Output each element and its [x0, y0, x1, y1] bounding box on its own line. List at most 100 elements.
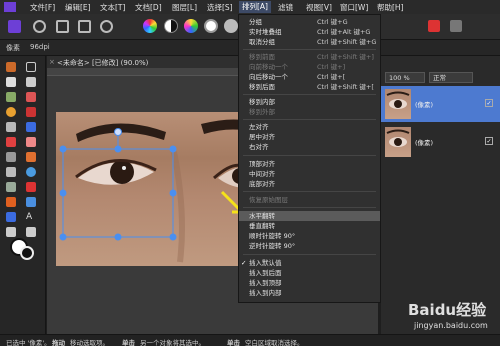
menu-item-insert-behind[interactable]: 插入到后面 [239, 268, 380, 278]
text-tool-icon[interactable]: A [26, 212, 36, 222]
photo-persona-icon[interactable] [8, 20, 21, 33]
gradient-tool-icon[interactable] [6, 197, 16, 207]
menu-file[interactable]: 文件[F] [30, 2, 55, 13]
levels-icon[interactable] [164, 19, 178, 33]
status-text: 另一个对象将其选中。 [140, 339, 205, 346]
brush-tool-icon[interactable] [6, 122, 16, 132]
menu-arrange[interactable]: 排列[A] [239, 1, 271, 13]
face-photo [59, 119, 242, 263]
layer-visibility-checkbox[interactable]: ✓ [485, 99, 493, 107]
menu-select[interactable]: 选择[S] [207, 2, 233, 13]
menu-item-flip-vertical[interactable]: 垂直翻转 [239, 221, 380, 231]
menu-item-move-back[interactable]: 向后移动一个 Ctrl 键+[ [239, 72, 380, 82]
move-tool-icon[interactable] [26, 62, 36, 72]
photo-image[interactable] [56, 112, 242, 266]
liquify-persona-icon[interactable] [33, 20, 46, 33]
menu-filters[interactable]: 滤镜 [278, 2, 293, 13]
selection-handle-top-left[interactable] [59, 145, 67, 153]
menu-text[interactable]: 文本[T] [100, 2, 125, 13]
clone-tool-icon[interactable] [6, 182, 16, 192]
secondary-color-swatch[interactable] [20, 246, 34, 260]
menu-item-live-stack[interactable]: 实时堆叠组 Ctrl 键+Alt 键+G [239, 27, 380, 37]
straighten-tool-icon[interactable] [26, 77, 36, 87]
zoom-tool-icon[interactable] [6, 227, 16, 237]
menu-item-rotate-cw[interactable]: 顺时针旋转 90° [239, 231, 380, 241]
menu-item-align-right[interactable]: 右对齐 [239, 142, 380, 152]
layer-row[interactable]: (像素) ✓ [381, 124, 500, 160]
color-wheel-icon[interactable] [143, 19, 157, 33]
hsl-icon[interactable] [184, 19, 198, 33]
menu-item-align-bottom[interactable]: 底部对齐 [239, 179, 380, 189]
blend-mode-select[interactable]: 正常 [429, 72, 473, 83]
nose-shadow [171, 151, 185, 263]
left-iris [110, 160, 134, 184]
app-logo [4, 2, 16, 12]
right-eyebrow [201, 119, 242, 134]
menu-edit[interactable]: 编辑[E] [65, 2, 91, 13]
selection-handle-right[interactable] [169, 189, 177, 197]
blur-tool-icon[interactable] [26, 167, 36, 177]
layer-thumbnail [385, 127, 411, 157]
status-bar: 已选中 '像素'。 拖动 移动选取项。 单击 另一个对象将其选中。 单击 空白区… [0, 334, 500, 346]
menu-item-move-inside[interactable]: 移到内部 [239, 97, 380, 107]
menu-item-insert-top[interactable]: 插入到顶部 [239, 278, 380, 288]
layer-visibility-checkbox[interactable]: ✓ [485, 137, 493, 145]
menu-item-align-middle[interactable]: 中间对齐 [239, 169, 380, 179]
layer-name: (像素) [415, 101, 434, 109]
menu-separator [243, 119, 376, 120]
white-balance-icon[interactable] [204, 19, 218, 33]
snapping-icon[interactable] [428, 20, 440, 32]
watermark-url: jingyan.baidu.com [414, 321, 488, 330]
menu-window[interactable]: 窗口[W] [340, 2, 368, 13]
menu-item-ungroup[interactable]: 取消分组 Ctrl 键+Shift 键+G [239, 37, 380, 47]
menu-item-rotate-ccw[interactable]: 逆时针旋转 90° [239, 241, 380, 251]
status-text: 移动选取项。 [70, 339, 109, 346]
menu-item-insert-default[interactable]: ✓ 插入默认值 [239, 258, 380, 268]
rectangle-tool-icon[interactable] [6, 212, 16, 222]
menu-separator [243, 49, 376, 50]
pen-tool-icon[interactable] [26, 227, 36, 237]
fill-tool-icon[interactable] [26, 152, 36, 162]
selection-handle-top-right[interactable] [169, 145, 177, 153]
rotation-handle[interactable] [114, 128, 122, 136]
dodge-tool-icon[interactable] [6, 167, 16, 177]
layer-row[interactable]: (像素) ✓ [381, 86, 500, 122]
menu-item-align-center[interactable]: 居中对齐 [239, 132, 380, 142]
menu-item-align-left[interactable]: 左对齐 [239, 122, 380, 132]
pixel-tool-icon[interactable] [26, 122, 36, 132]
menu-help[interactable]: 帮助[H] [377, 2, 404, 13]
crop-tool-icon[interactable] [6, 77, 16, 87]
develop-persona-icon[interactable] [56, 20, 69, 33]
menu-document[interactable]: 文档[D] [135, 2, 162, 13]
erase-tool-icon[interactable] [6, 152, 16, 162]
tone-mapping-persona-icon[interactable] [78, 20, 91, 33]
menu-item-move-forward: 向前移动一个 Ctrl 键+] [249, 63, 346, 71]
selection-handle-bottom[interactable] [114, 233, 122, 241]
menu-item-group[interactable]: 分组 Ctrl 键+G [239, 17, 380, 27]
selection-handle-left[interactable] [59, 189, 67, 197]
red-eye-tool-icon[interactable] [26, 182, 36, 192]
menu-view[interactable]: 视图[V] [306, 2, 332, 13]
selection-handle-bottom-right[interactable] [169, 233, 177, 241]
auto-icon[interactable] [224, 19, 238, 33]
export-persona-icon[interactable] [100, 20, 113, 33]
menu-item-move-to-back[interactable]: 移到后面 Ctrl 键+Shift 键+[ [239, 82, 380, 92]
view-tool-icon[interactable] [6, 62, 16, 72]
selection-handle-bottom-left[interactable] [59, 233, 67, 241]
quick-mask-icon[interactable] [450, 20, 462, 32]
marquee-tool-icon[interactable] [6, 107, 16, 117]
menu-item-insert-inside[interactable]: 插入到内部 [239, 288, 380, 298]
close-tab-icon[interactable]: × [49, 58, 55, 66]
menu-separator [243, 155, 376, 156]
tools-panel: A [0, 56, 46, 334]
flood-select-icon[interactable] [26, 92, 36, 102]
menu-item-align-top[interactable]: 顶部对齐 [239, 159, 380, 169]
opacity-field[interactable]: 100 % [385, 72, 425, 83]
paint-mixer-icon[interactable] [6, 137, 16, 147]
freehand-select-icon[interactable] [26, 107, 36, 117]
menu-layer[interactable]: 图层[L] [172, 2, 197, 13]
menu-item-flip-horizontal[interactable]: 水平翻转 [239, 211, 380, 221]
shape-tool-icon[interactable] [26, 197, 36, 207]
selection-brush-icon[interactable] [6, 92, 16, 102]
color-replace-icon[interactable] [26, 137, 36, 147]
